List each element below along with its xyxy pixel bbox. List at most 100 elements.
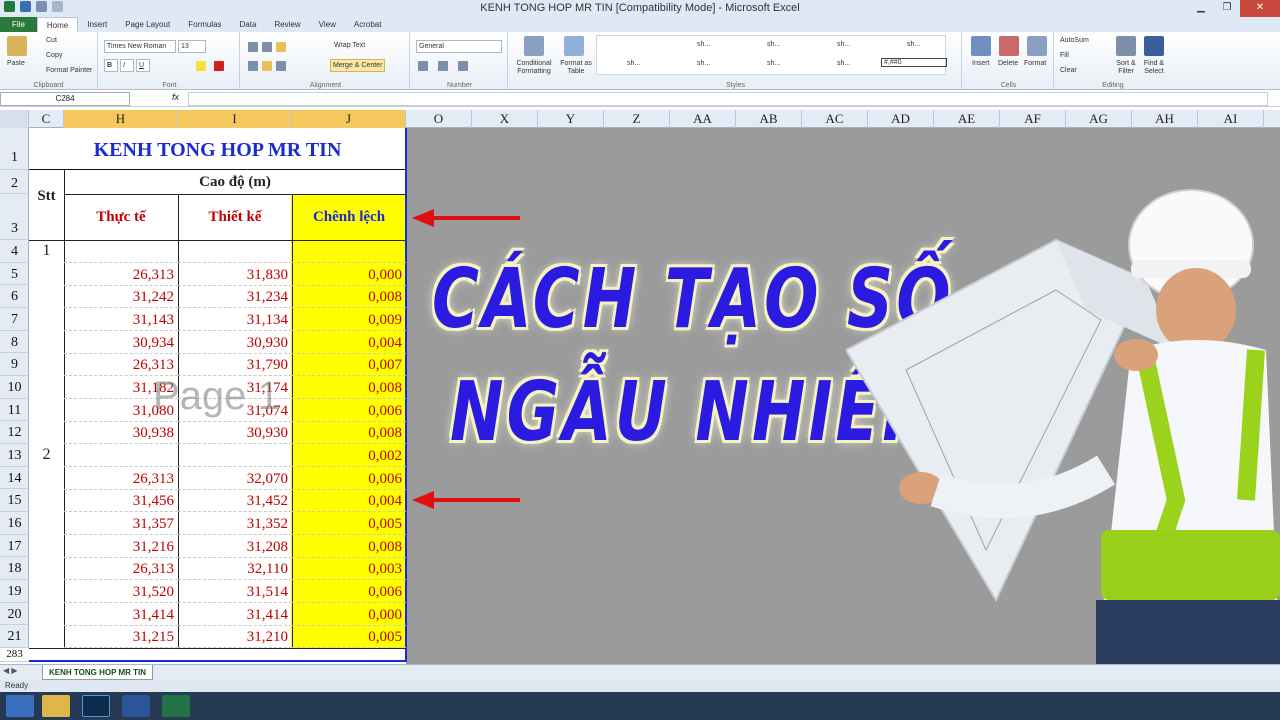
font-size-select[interactable]: 13 <box>178 40 206 53</box>
diff-value-cell[interactable]: 0,000 <box>292 603 406 626</box>
number-format-select[interactable]: General <box>416 40 502 53</box>
underline-button[interactable]: U <box>136 59 150 72</box>
align-middle-icon[interactable] <box>262 42 272 52</box>
diff-value-cell[interactable]: 0,002 <box>292 444 406 468</box>
stt-cell[interactable] <box>29 467 64 489</box>
design-value-cell[interactable]: 31,452 <box>178 489 292 513</box>
design-value-cell[interactable]: 30,930 <box>178 421 292 445</box>
cell-styles-gallery[interactable]: sh... sh... sh... sh... sh... sh... sh..… <box>596 35 947 75</box>
italic-button[interactable]: I <box>120 59 134 72</box>
design-value-cell[interactable]: 30,930 <box>178 331 292 354</box>
stt-cell[interactable] <box>29 263 64 285</box>
style-cell[interactable]: sh... <box>697 60 710 67</box>
design-value-cell[interactable] <box>178 444 292 468</box>
row-header[interactable]: 14 <box>0 467 29 490</box>
diff-value-cell[interactable]: 0,007 <box>292 353 406 377</box>
row-header[interactable]: 11 <box>0 399 29 422</box>
row-header[interactable]: 19 <box>0 580 29 603</box>
design-value-cell[interactable] <box>178 240 292 263</box>
design-value-cell[interactable]: 31,208 <box>178 535 292 558</box>
diff-value-cell[interactable]: 0,006 <box>292 467 406 490</box>
style-cell-selected[interactable]: #,##0 <box>881 58 947 67</box>
stt-cell[interactable] <box>29 331 64 353</box>
column-header[interactable]: AD <box>868 110 934 128</box>
tab-formulas[interactable]: Formulas <box>179 17 230 32</box>
column-header[interactable]: AE <box>934 110 1000 128</box>
column-header[interactable]: J <box>292 110 406 128</box>
insert-cells-button[interactable]: Insert <box>972 60 990 67</box>
diff-header[interactable]: Chênh lệch <box>292 194 406 240</box>
row-header[interactable]: 7 <box>0 308 29 331</box>
wrap-text-button[interactable]: Wrap Text <box>334 42 365 49</box>
stt-cell[interactable] <box>29 353 64 375</box>
diff-value-cell[interactable]: 0,000 <box>292 263 406 286</box>
font-name-select[interactable]: Times New Roman <box>104 40 176 53</box>
stt-cell[interactable] <box>29 625 64 647</box>
column-header[interactable]: AF <box>1000 110 1066 128</box>
actual-value-cell[interactable]: 26,313 <box>64 467 178 490</box>
style-cell[interactable]: sh... <box>697 41 710 48</box>
design-value-cell[interactable]: 31,210 <box>178 625 292 649</box>
stt-cell[interactable] <box>29 489 64 511</box>
excel-taskbar-icon[interactable] <box>162 695 190 717</box>
actual-value-cell[interactable]: 31,456 <box>64 489 178 513</box>
diff-value-cell[interactable] <box>292 240 406 263</box>
font-color-icon[interactable] <box>214 61 224 71</box>
accounting-icon[interactable] <box>418 61 428 71</box>
stt-cell[interactable] <box>29 376 64 398</box>
diff-value-cell[interactable]: 0,005 <box>292 512 406 536</box>
row-header[interactable]: 1 <box>0 128 29 170</box>
stt-cell[interactable] <box>29 557 64 579</box>
minimize-button[interactable]: ▁ <box>1188 0 1214 17</box>
stt-cell[interactable]: 2 <box>29 444 64 466</box>
actual-value-cell[interactable]: 31,143 <box>64 308 178 331</box>
diff-value-cell[interactable]: 0,008 <box>292 535 406 558</box>
tab-acrobat[interactable]: Acrobat <box>345 17 391 32</box>
column-header[interactable]: C <box>29 110 64 128</box>
stt-cell[interactable] <box>29 285 64 307</box>
formula-input[interactable] <box>188 92 1268 106</box>
delete-cells-icon[interactable] <box>999 36 1019 56</box>
cut-button[interactable]: Cut <box>46 37 57 44</box>
row-header[interactable]: 13 <box>0 444 29 467</box>
tab-review[interactable]: Review <box>265 17 309 32</box>
find-select-button[interactable]: Find & Select <box>1140 60 1168 76</box>
align-right-icon[interactable] <box>276 61 286 71</box>
sort-filter-button[interactable]: Sort & Filter <box>1112 60 1140 76</box>
percent-icon[interactable] <box>438 61 448 71</box>
file-explorer-icon[interactable] <box>42 695 70 717</box>
column-header[interactable]: X <box>472 110 538 128</box>
tab-page-layout[interactable]: Page Layout <box>116 17 179 32</box>
tab-view[interactable]: View <box>310 17 345 32</box>
row-header[interactable]: 10 <box>0 376 29 399</box>
conditional-formatting-button[interactable]: Conditional Formatting <box>513 60 555 76</box>
row-header[interactable]: 18 <box>0 557 29 581</box>
format-cells-button[interactable]: Format <box>1024 60 1046 67</box>
word-icon[interactable] <box>122 695 150 717</box>
bold-button[interactable]: B <box>104 59 118 72</box>
merge-center-button[interactable]: Merge & Center <box>330 59 386 72</box>
column-header[interactable]: O <box>406 110 472 128</box>
photoshop-icon[interactable] <box>82 695 110 717</box>
actual-value-cell[interactable]: 31,414 <box>64 603 178 626</box>
design-value-cell[interactable]: 31,352 <box>178 512 292 536</box>
style-cell[interactable]: sh... <box>627 60 640 67</box>
stt-cell[interactable] <box>29 512 64 534</box>
copy-button[interactable]: Copy <box>46 52 62 59</box>
column-header[interactable]: AB <box>736 110 802 128</box>
row-header[interactable]: 8 <box>0 331 29 354</box>
column-header[interactable]: Y <box>538 110 604 128</box>
stt-cell[interactable] <box>29 535 64 557</box>
actual-value-cell[interactable]: 26,313 <box>64 557 178 581</box>
actual-value-cell[interactable]: 31,520 <box>64 580 178 604</box>
row-header[interactable]: 17 <box>0 535 29 558</box>
stt-cell[interactable] <box>29 421 64 443</box>
row-header[interactable]: 16 <box>0 512 29 535</box>
sheet-tab[interactable]: KENH TONG HOP MR TIN <box>42 665 154 680</box>
format-painter-button[interactable]: Format Painter <box>46 67 92 74</box>
sheet-banner[interactable]: KENH TONG HOP MR TIN <box>29 128 406 170</box>
tab-file[interactable]: File <box>0 17 37 32</box>
column-header[interactable]: I <box>178 110 292 128</box>
diff-value-cell[interactable]: 0,008 <box>292 376 406 400</box>
actual-value-cell[interactable]: 31,215 <box>64 625 178 649</box>
